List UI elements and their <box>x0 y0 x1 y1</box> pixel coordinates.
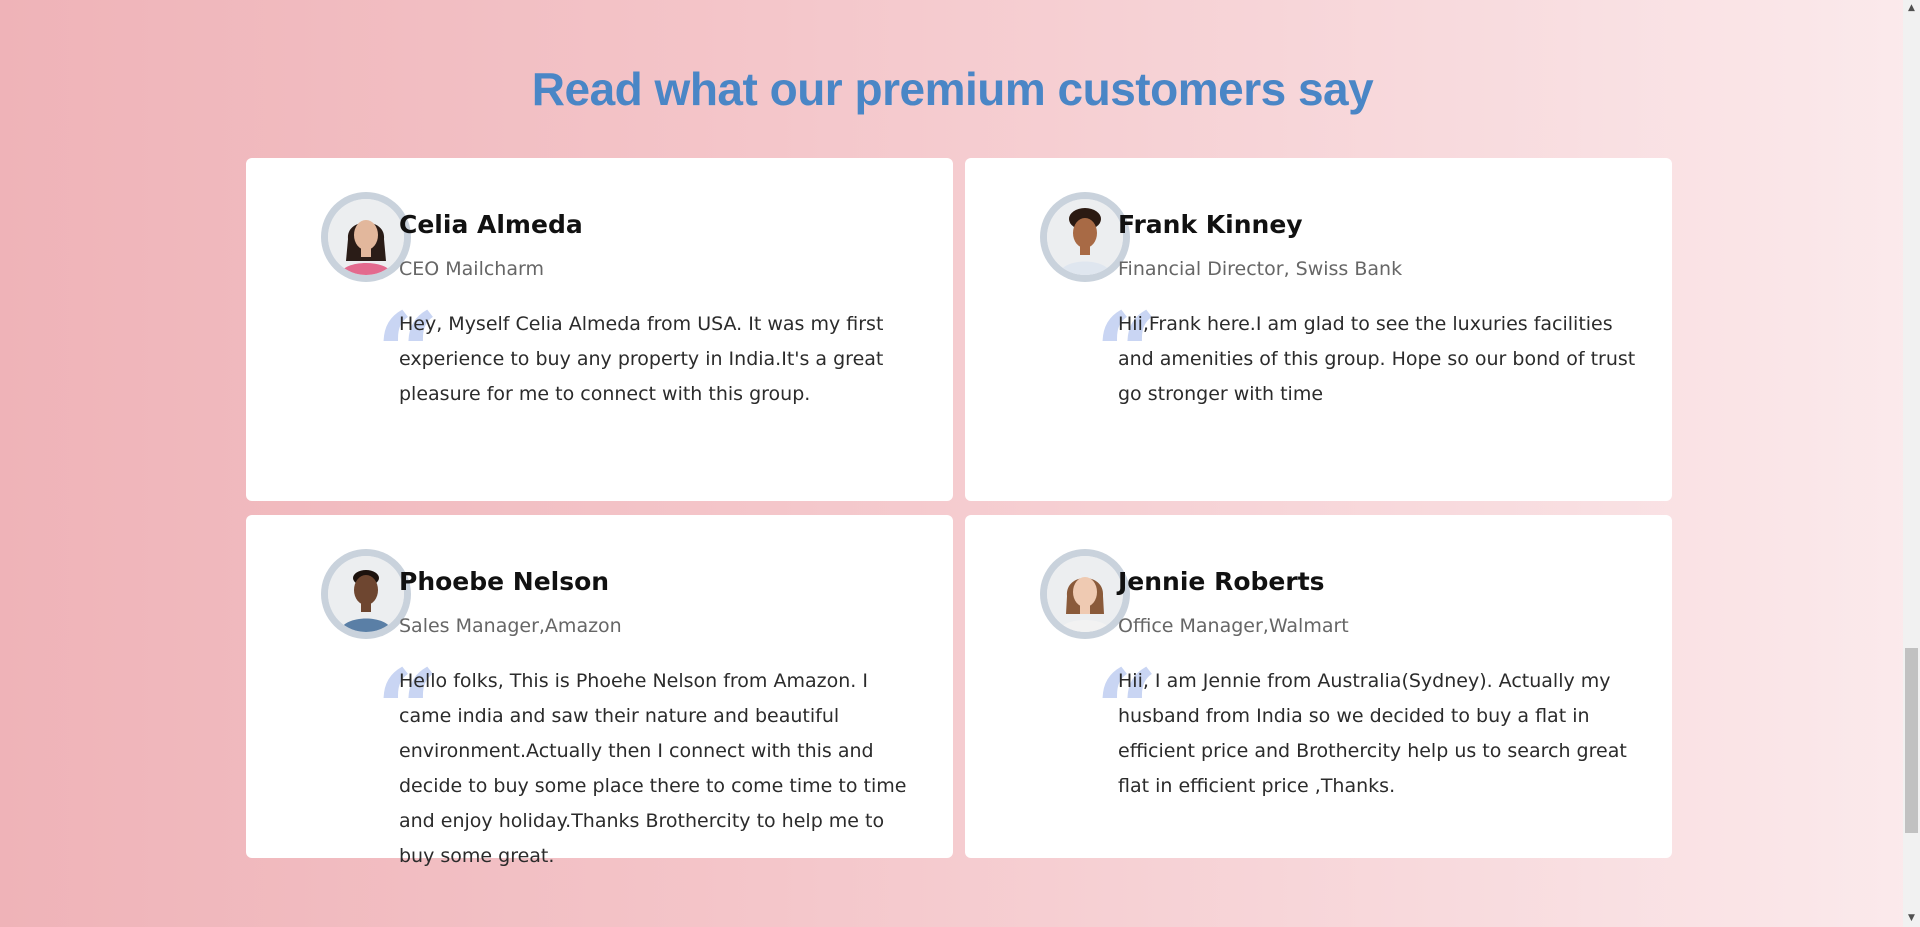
man-portrait-avatar <box>1047 199 1123 275</box>
testimonial-text: Hii,Frank here.I am glad to see the luxu… <box>1118 313 1636 405</box>
avatar <box>321 192 411 282</box>
testimonial-text: Hey, Myself Celia Almeda from USA. It wa… <box>399 313 884 405</box>
woman-portrait-avatar <box>1047 556 1123 632</box>
customer-name: Frank Kinney <box>1118 210 1303 239</box>
customer-name: Celia Almeda <box>399 210 583 239</box>
customer-name: Jennie Roberts <box>1118 567 1325 596</box>
section-heading: Read what our premium customers say <box>531 63 1374 115</box>
customer-role: CEO Mailcharm <box>399 258 544 280</box>
testimonial-text: Hello folks, This is Phoehe Nelson from … <box>399 670 907 867</box>
avatar <box>1040 192 1130 282</box>
woman-portrait-avatar <box>328 199 404 275</box>
customer-role: Office Manager,Walmart <box>1118 615 1349 637</box>
avatar <box>321 549 411 639</box>
scrollbar-thumb[interactable] <box>1905 648 1918 833</box>
testimonial-card: Jennie Roberts Office Manager,Walmart “ … <box>965 515 1672 858</box>
scroll-up-arrow-icon[interactable]: ▲ <box>1903 0 1920 17</box>
testimonial-card: Phoebe Nelson Sales Manager,Amazon “ Hel… <box>246 515 953 867</box>
testimonial-card: Frank Kinney Financial Director, Swiss B… <box>965 158 1672 501</box>
customer-role: Sales Manager,Amazon <box>399 615 622 637</box>
customer-role: Financial Director, Swiss Bank <box>1118 258 1403 280</box>
avatar <box>1040 549 1130 639</box>
testimonial-text: Hii, I am Jennie from Australia(Sydney).… <box>1118 670 1627 797</box>
man-portrait-avatar <box>328 556 404 632</box>
vertical-scrollbar[interactable]: ▲ ▼ <box>1903 0 1920 927</box>
customer-name: Phoebe Nelson <box>399 567 610 596</box>
scroll-down-arrow-icon[interactable]: ▼ <box>1903 910 1920 927</box>
testimonial-card: Celia Almeda CEO Mailcharm “ Hey, Myself… <box>246 158 953 501</box>
